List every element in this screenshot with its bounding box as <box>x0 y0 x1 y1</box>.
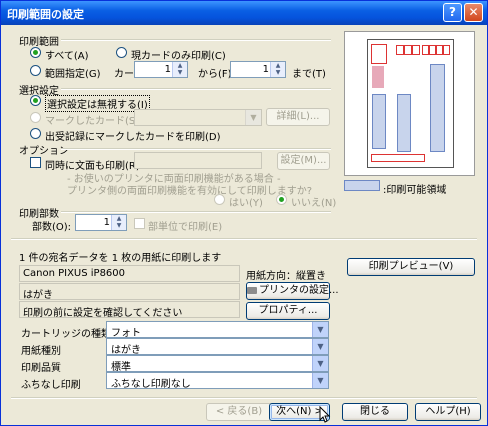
range-to-value: 1 <box>262 64 269 75</box>
duplex-note-2: プリンタ側の両面印刷機能を有効にして印刷しますか? <box>67 186 313 197</box>
divider <box>11 238 477 240</box>
mouse-cursor-icon <box>319 406 331 423</box>
spin-arrows-icon[interactable]: ▲ ▼ <box>172 62 187 77</box>
postal-code-boxes <box>396 45 450 55</box>
cartridge-select[interactable]: フォト ▼ <box>106 321 329 339</box>
close-title-button[interactable]: ✕ <box>464 3 483 22</box>
printable-area-name <box>430 64 445 152</box>
chevron-down-icon: ▼ <box>312 339 328 354</box>
radio-duplex-no[interactable] <box>276 194 287 205</box>
printer-icon <box>247 286 257 294</box>
paper-field: はがき <box>19 283 240 300</box>
radio-all[interactable] <box>30 47 41 58</box>
spin-arrows-icon[interactable]: ▲ ▼ <box>111 215 126 230</box>
range-from-stepper[interactable]: 1 ▲ ▼ <box>134 61 188 78</box>
radio-all-label: すべて(A) <box>45 51 89 62</box>
marked-cards-select[interactable]: ▼ <box>134 109 262 126</box>
sender-postal-boxes <box>371 154 425 162</box>
radio-sent-received[interactable] <box>30 128 41 139</box>
radio-marked-cards-label: マークしたカード(S) <box>45 116 140 127</box>
close-icon: ✕ <box>468 5 479 19</box>
radio-range-label: 範囲指定(G) <box>45 69 101 80</box>
divider <box>11 397 477 399</box>
collate-label: 部単位で印刷(E) <box>148 222 223 233</box>
radio-duplex-yes[interactable] <box>214 194 225 205</box>
printer-settings-button[interactable]: プリンタの設定... <box>246 282 339 300</box>
help-icon: ? <box>449 5 456 19</box>
radio-duplex-no-label: いいえ(N) <box>291 198 337 209</box>
postcard-preview <box>344 31 475 176</box>
range-from-value: 1 <box>164 64 171 75</box>
back-button[interactable]: < 戻る(B) <box>206 403 272 421</box>
printable-area-legend-swatch <box>344 180 380 191</box>
to-label: まで(T) <box>292 69 326 80</box>
divider <box>61 88 331 90</box>
paper-type-select[interactable]: はがき ▼ <box>106 338 329 356</box>
collate-checkbox[interactable] <box>134 218 145 229</box>
copies-value: 1 <box>103 217 110 228</box>
quality-label: 印刷品質 <box>21 363 61 374</box>
chevron-down-icon: ▼ <box>312 373 328 388</box>
properties-button[interactable]: プロパティ... <box>246 302 330 320</box>
spin-arrows-icon[interactable]: ▲ ▼ <box>270 62 285 77</box>
range-to-stepper[interactable]: 1 ▲ ▼ <box>230 61 286 78</box>
copies-label: 部数(O): <box>32 222 72 233</box>
quality-select[interactable]: 標準 ▼ <box>106 355 329 373</box>
print-preview-button[interactable]: 印刷プレビュー(V) <box>347 258 475 276</box>
postcard-image <box>367 39 454 168</box>
printable-area-address <box>397 94 411 152</box>
radio-duplex-yes-label: はい(Y) <box>229 198 263 209</box>
printer-settings-label: プリンタの設定... <box>259 285 339 296</box>
printable-area-legend: :印刷可能領域 <box>383 185 447 196</box>
borderless-select[interactable]: ふちなし印刷なし ▼ <box>106 372 329 390</box>
radio-range[interactable] <box>30 65 41 76</box>
chevron-down-icon: ▼ <box>245 110 261 125</box>
print-range-header: 印刷範囲 <box>19 37 59 48</box>
divider <box>61 211 331 213</box>
stamp-icon <box>371 44 387 64</box>
radio-sent-received-label: 出受記録にマークしたカードを印刷(D) <box>45 132 221 143</box>
close-button[interactable]: 閉じる <box>342 403 408 421</box>
help-button[interactable]: ヘルプ(H) <box>415 403 481 421</box>
radio-current-card[interactable] <box>116 47 127 58</box>
help-title-button[interactable]: ? <box>443 3 462 22</box>
print-message-checkbox[interactable] <box>30 157 41 168</box>
radio-marked-cards[interactable] <box>30 112 41 123</box>
divider <box>61 39 331 41</box>
borderless-value: ふちなし印刷なし <box>111 379 191 390</box>
print-range-dialog: 印刷範囲の設定 ? ✕ 印刷範囲 すべて(A) 現カードのみ印刷(C) 範囲指定… <box>0 0 488 426</box>
title-bar: 印刷範囲の設定 ? ✕ <box>1 1 487 25</box>
summary-text: 1 件の宛名データを 1 枚の用紙に印刷します <box>19 253 222 264</box>
chevron-down-icon: ▼ <box>312 322 328 337</box>
borderless-label: ふちなし印刷 <box>21 380 81 391</box>
confirm-field: 印刷の前に設定を確認してください <box>19 301 240 318</box>
radio-current-card-label: 現カードのみ印刷(C) <box>131 51 226 62</box>
paper-type-label: 用紙種別 <box>21 346 61 357</box>
copies-stepper[interactable]: 1 ▲ ▼ <box>75 214 127 231</box>
printer-name-field: Canon PIXUS iP8600 <box>19 265 240 282</box>
radio-ignore-selection[interactable] <box>30 95 41 106</box>
orientation-label: 用紙方向：縦置き <box>246 271 326 282</box>
decoration-icon <box>372 66 384 88</box>
from-label: から(F) <box>198 69 232 80</box>
cartridge-label: カートリッジの種類 <box>21 329 111 340</box>
printable-area-sender <box>372 94 386 149</box>
chevron-down-icon: ▼ <box>312 356 328 371</box>
message-field[interactable] <box>134 152 262 169</box>
window-title: 印刷範囲の設定 <box>7 8 84 21</box>
settings-button[interactable]: 設定(M)... <box>277 152 330 170</box>
divider <box>61 148 331 150</box>
detail-button[interactable]: 詳細(L)... <box>266 108 330 126</box>
